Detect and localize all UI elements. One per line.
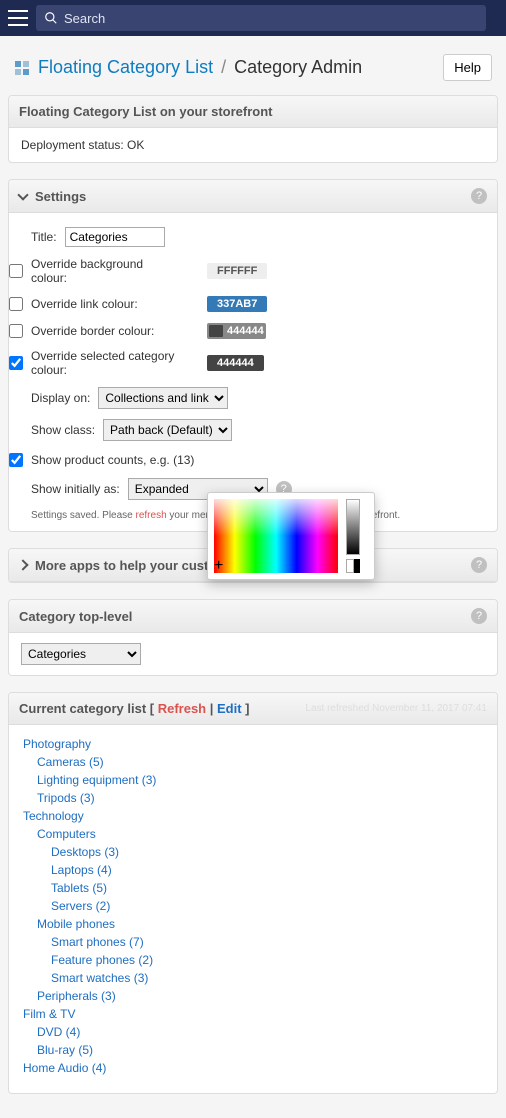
show-counts-label: Show product counts, e.g. (13)	[31, 453, 194, 467]
chevron-right-icon	[17, 559, 28, 570]
display-on-label: Display on:	[31, 391, 90, 405]
display-on-select[interactable]: Collections and linked pages	[98, 387, 228, 409]
color-picker[interactable]: +	[207, 492, 375, 580]
status-panel: Floating Category List on your storefron…	[8, 95, 498, 163]
category-link[interactable]: Mobile phones	[23, 915, 483, 933]
override-sel-label: Override selected category colour:	[31, 349, 181, 377]
category-link[interactable]: Blu-ray (5)	[23, 1041, 483, 1059]
override-bg-checkbox[interactable]	[9, 264, 23, 278]
breadcrumb-link[interactable]: Floating Category List	[38, 57, 213, 78]
status-panel-body: Deployment status: OK	[9, 128, 497, 162]
color-picker-lightness[interactable]	[346, 499, 360, 555]
show-class-label: Show class:	[31, 423, 95, 437]
search-box[interactable]	[36, 5, 486, 31]
color-picker-spectrum[interactable]: +	[214, 499, 338, 573]
hamburger-icon[interactable]	[8, 10, 28, 26]
catlist-title: Current category list [ Refresh | Edit ]	[19, 701, 250, 716]
status-panel-title: Floating Category List on your storefron…	[19, 104, 273, 119]
category-link[interactable]: Smart watches (3)	[23, 969, 483, 987]
refresh-link[interactable]: Refresh	[158, 701, 206, 716]
category-link[interactable]: Desktops (3)	[23, 843, 483, 861]
top-level-title: Category top-level	[19, 609, 132, 624]
category-link[interactable]: Laptops (4)	[23, 861, 483, 879]
chevron-down-icon	[17, 189, 28, 200]
sel-swatch[interactable]: 444444	[207, 355, 264, 371]
edit-link[interactable]: Edit	[217, 701, 242, 716]
category-list-panel: Current category list [ Refresh | Edit ]…	[8, 692, 498, 1094]
search-input[interactable]	[64, 11, 478, 26]
settings-title: Settings	[35, 189, 86, 204]
category-link[interactable]: Tablets (5)	[23, 879, 483, 897]
category-link[interactable]: DVD (4)	[23, 1023, 483, 1041]
override-link-label: Override link colour:	[31, 297, 181, 311]
help-icon[interactable]: ?	[471, 557, 487, 573]
breadcrumb: Floating Category List / Category Admin …	[8, 44, 498, 95]
category-link[interactable]: Film & TV	[23, 1005, 483, 1023]
override-link-checkbox[interactable]	[9, 297, 23, 311]
title-input[interactable]	[65, 227, 165, 247]
override-sel-checkbox[interactable]	[9, 356, 23, 370]
color-picker-cursor: +	[214, 557, 223, 575]
category-tree: PhotographyCameras (5)Lighting equipment…	[9, 725, 497, 1093]
top-level-panel: Category top-level ? Categories	[8, 599, 498, 676]
category-link[interactable]: Photography	[23, 735, 483, 753]
border-swatch[interactable]: 444444	[207, 323, 266, 339]
search-icon	[44, 11, 58, 25]
title-label: Title:	[31, 230, 57, 244]
category-link[interactable]: Peripherals (3)	[23, 987, 483, 1005]
help-icon[interactable]: ?	[471, 188, 487, 204]
link-swatch[interactable]: 337AB7	[207, 296, 267, 312]
app-icon	[14, 60, 30, 76]
bg-swatch[interactable]: FFFFFF	[207, 263, 267, 279]
category-link[interactable]: Smart phones (7)	[23, 933, 483, 951]
settings-header[interactable]: Settings ?	[9, 180, 497, 213]
breadcrumb-separator: /	[221, 57, 226, 78]
category-link[interactable]: Home Audio (4)	[23, 1059, 483, 1077]
color-picker-bw[interactable]	[346, 559, 360, 573]
help-button[interactable]: Help	[443, 54, 492, 81]
settings-panel: Settings ? Title: Override background co…	[8, 179, 498, 532]
category-link[interactable]: Feature phones (2)	[23, 951, 483, 969]
category-link[interactable]: Cameras (5)	[23, 753, 483, 771]
override-border-checkbox[interactable]	[9, 324, 23, 338]
category-link[interactable]: Technology	[23, 807, 483, 825]
top-bar	[0, 0, 506, 36]
breadcrumb-current: Category Admin	[234, 57, 362, 78]
refresh-link[interactable]: refresh	[136, 510, 167, 521]
last-refreshed: Last refreshed November 11, 2017 07:41	[305, 703, 487, 714]
override-bg-label: Override background colour:	[31, 257, 181, 285]
show-class-select[interactable]: Path back (Default)	[103, 419, 232, 441]
show-counts-checkbox[interactable]	[9, 453, 23, 467]
override-border-label: Override border colour:	[31, 324, 181, 338]
category-link[interactable]: Lighting equipment (3)	[23, 771, 483, 789]
show-initially-label: Show initially as:	[31, 482, 120, 496]
help-icon[interactable]: ?	[471, 608, 487, 624]
category-link[interactable]: Computers	[23, 825, 483, 843]
category-link[interactable]: Tripods (3)	[23, 789, 483, 807]
top-level-select[interactable]: Categories	[21, 643, 141, 665]
